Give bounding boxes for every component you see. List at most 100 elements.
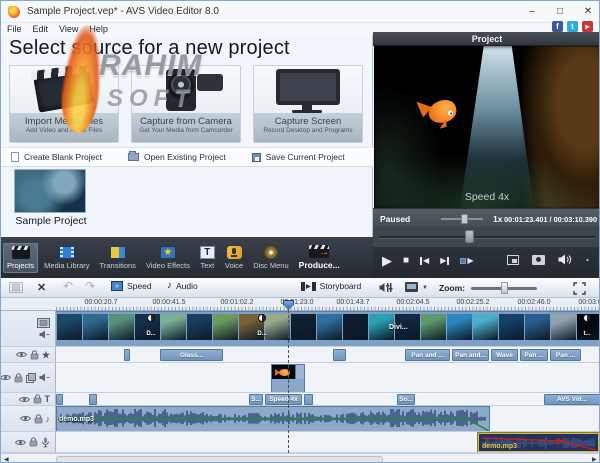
speaker-icon[interactable]	[39, 373, 50, 382]
menu-help[interactable]: Help	[89, 24, 108, 34]
speed-button[interactable]: » Speed	[111, 281, 152, 291]
menu-edit[interactable]: Edit	[33, 24, 49, 34]
step-button[interactable]: ▶	[460, 254, 473, 268]
horizontal-scrollbar[interactable]: ◀ ▶	[1, 453, 600, 463]
lock-icon[interactable]	[14, 373, 23, 383]
storyboard-button[interactable]: ▶ Storyboard	[301, 281, 361, 291]
clip-blank[interactable]	[124, 349, 130, 361]
delete-icon[interactable]: ✕	[37, 281, 46, 294]
clip-glass[interactable]: Glass...	[160, 349, 223, 361]
transition-badge[interactable]: D...	[255, 314, 269, 340]
facebook-icon[interactable]: f	[552, 21, 563, 32]
clip-blank[interactable]	[304, 394, 313, 405]
eye-icon[interactable]	[15, 439, 26, 446]
overlay-icon[interactable]	[26, 373, 36, 383]
monitor-dropdown-arrow[interactable]: ▼	[422, 285, 428, 291]
toolbar-video-effects[interactable]: ★Video Effects	[142, 243, 194, 273]
menu-view[interactable]: View	[59, 24, 78, 34]
toolbar-transitions[interactable]: Transitions	[96, 243, 140, 273]
letter-t-icon[interactable]: T	[45, 394, 51, 404]
video-thumbnail[interactable]	[187, 314, 212, 340]
volume-icon[interactable]	[558, 254, 572, 265]
timeline-ruler[interactable]: 00:00:20.700:00:41.500:01:02.200:01:23.0…	[1, 298, 600, 311]
toolbar-produce[interactable]: →Produce...	[295, 242, 344, 273]
maximize-button[interactable]: □	[547, 1, 573, 22]
video-clip-strip[interactable]	[56, 311, 600, 347]
transition-badge[interactable]: t...	[580, 314, 594, 340]
video-thumbnail[interactable]	[161, 314, 186, 340]
undo-icon[interactable]: ↶	[63, 279, 73, 293]
film-icon[interactable]	[37, 318, 50, 328]
clip-pan-and[interactable]: Pan and ...	[405, 349, 450, 361]
volume-dropdown-arrow[interactable]: ▲	[585, 257, 590, 263]
toolbar-text[interactable]: TText	[196, 243, 219, 273]
previous-frame-button[interactable]: ◀	[420, 254, 429, 268]
minimize-button[interactable]: –	[519, 1, 545, 22]
speed-slider-thumb[interactable]	[461, 214, 468, 224]
play-button[interactable]: ▶	[382, 254, 392, 268]
audio-mixer-icon[interactable]	[379, 282, 393, 293]
clip-pan[interactable]: Pan ...	[520, 349, 548, 361]
toolbar-media-library[interactable]: Media Library	[40, 243, 93, 273]
video-thumbnail[interactable]	[83, 314, 108, 340]
effects-track[interactable]: Glass...Pan and ...Pan and...WavePan ...…	[56, 347, 600, 363]
create-blank-project[interactable]: Create Blank Project	[11, 152, 102, 162]
video-thumbnail[interactable]	[473, 314, 498, 340]
audio-track[interactable]: demo.mp3	[56, 406, 600, 432]
card-capture-from-camera[interactable]: Capture from CameraGet Your Media from C…	[131, 65, 241, 143]
monitor-select-icon[interactable]	[405, 282, 418, 292]
lock-icon[interactable]	[33, 394, 42, 404]
clip-pan[interactable]: Pan ...	[550, 349, 581, 361]
youtube-icon[interactable]: ▸	[582, 21, 593, 32]
eye-icon[interactable]	[19, 396, 30, 403]
eye-icon[interactable]	[0, 374, 11, 381]
sample-project-thumbnail[interactable]	[14, 169, 86, 213]
next-frame-button[interactable]: ▶	[440, 254, 449, 268]
card-import-media-files[interactable]: Import Media FilesAdd Video and Audio Fi…	[9, 65, 119, 143]
lock-icon[interactable]	[30, 350, 39, 360]
clip-wave[interactable]: Wave	[491, 349, 518, 361]
toolbar-disc-menu[interactable]: Disc Menu	[249, 243, 292, 273]
stop-button[interactable]: ■	[403, 254, 409, 268]
clip-blank[interactable]	[89, 394, 97, 405]
toolbar-projects[interactable]: Projects	[3, 243, 38, 273]
voice-track[interactable]: demo.mp3	[56, 432, 600, 453]
speaker-icon[interactable]	[39, 330, 50, 339]
lock-icon[interactable]	[34, 414, 43, 424]
text-track[interactable]: S...Speed 4xSo...AVS Vid...	[56, 393, 600, 406]
scroll-right-arrow[interactable]: ▶	[592, 456, 597, 463]
redo-icon[interactable]: ↷	[85, 279, 95, 293]
audio-button[interactable]: ♪ Audio	[167, 281, 198, 291]
voice-clip-selected[interactable]: demo.mp3	[478, 433, 599, 452]
video-thumbnail[interactable]	[57, 314, 82, 340]
video-thumbnail[interactable]	[447, 314, 472, 340]
clip-pan-and[interactable]: Pan and...	[452, 349, 489, 361]
scrollbar-thumb[interactable]	[56, 456, 383, 463]
toolbar-voice[interactable]: Voice	[221, 243, 247, 273]
save-current-project[interactable]: Save Current Project	[252, 152, 345, 162]
twitter-icon[interactable]: t	[567, 21, 578, 32]
video-thumbnail[interactable]	[317, 314, 342, 340]
video-track[interactable]: D...D...t...Divi...	[56, 311, 600, 347]
detach-preview-icon[interactable]	[507, 255, 519, 265]
video-thumbnail[interactable]	[525, 314, 550, 340]
video-thumbnail[interactable]	[499, 314, 524, 340]
clip-avs-vid[interactable]: AVS Vid...	[544, 394, 600, 405]
clip-s[interactable]: S...	[249, 394, 263, 405]
transition-badge[interactable]: D...	[144, 314, 158, 340]
video-thumbnail[interactable]	[213, 314, 238, 340]
video-thumbnail[interactable]	[421, 314, 446, 340]
note-icon[interactable]: ♪	[46, 414, 51, 424]
menu-file[interactable]: File	[7, 24, 22, 34]
clip-blank[interactable]	[56, 394, 63, 405]
eye-icon[interactable]	[20, 415, 31, 422]
microphone-icon[interactable]	[41, 437, 50, 448]
clip-blank[interactable]	[333, 349, 346, 361]
lock-icon[interactable]	[29, 437, 38, 447]
star-icon[interactable]: ★	[42, 350, 50, 360]
snapshot-camera-icon[interactable]	[532, 255, 545, 265]
overlay-track[interactable]	[56, 363, 600, 393]
video-preview[interactable]	[374, 46, 600, 208]
close-button[interactable]: ✕	[575, 1, 600, 22]
eye-icon[interactable]	[16, 351, 27, 358]
